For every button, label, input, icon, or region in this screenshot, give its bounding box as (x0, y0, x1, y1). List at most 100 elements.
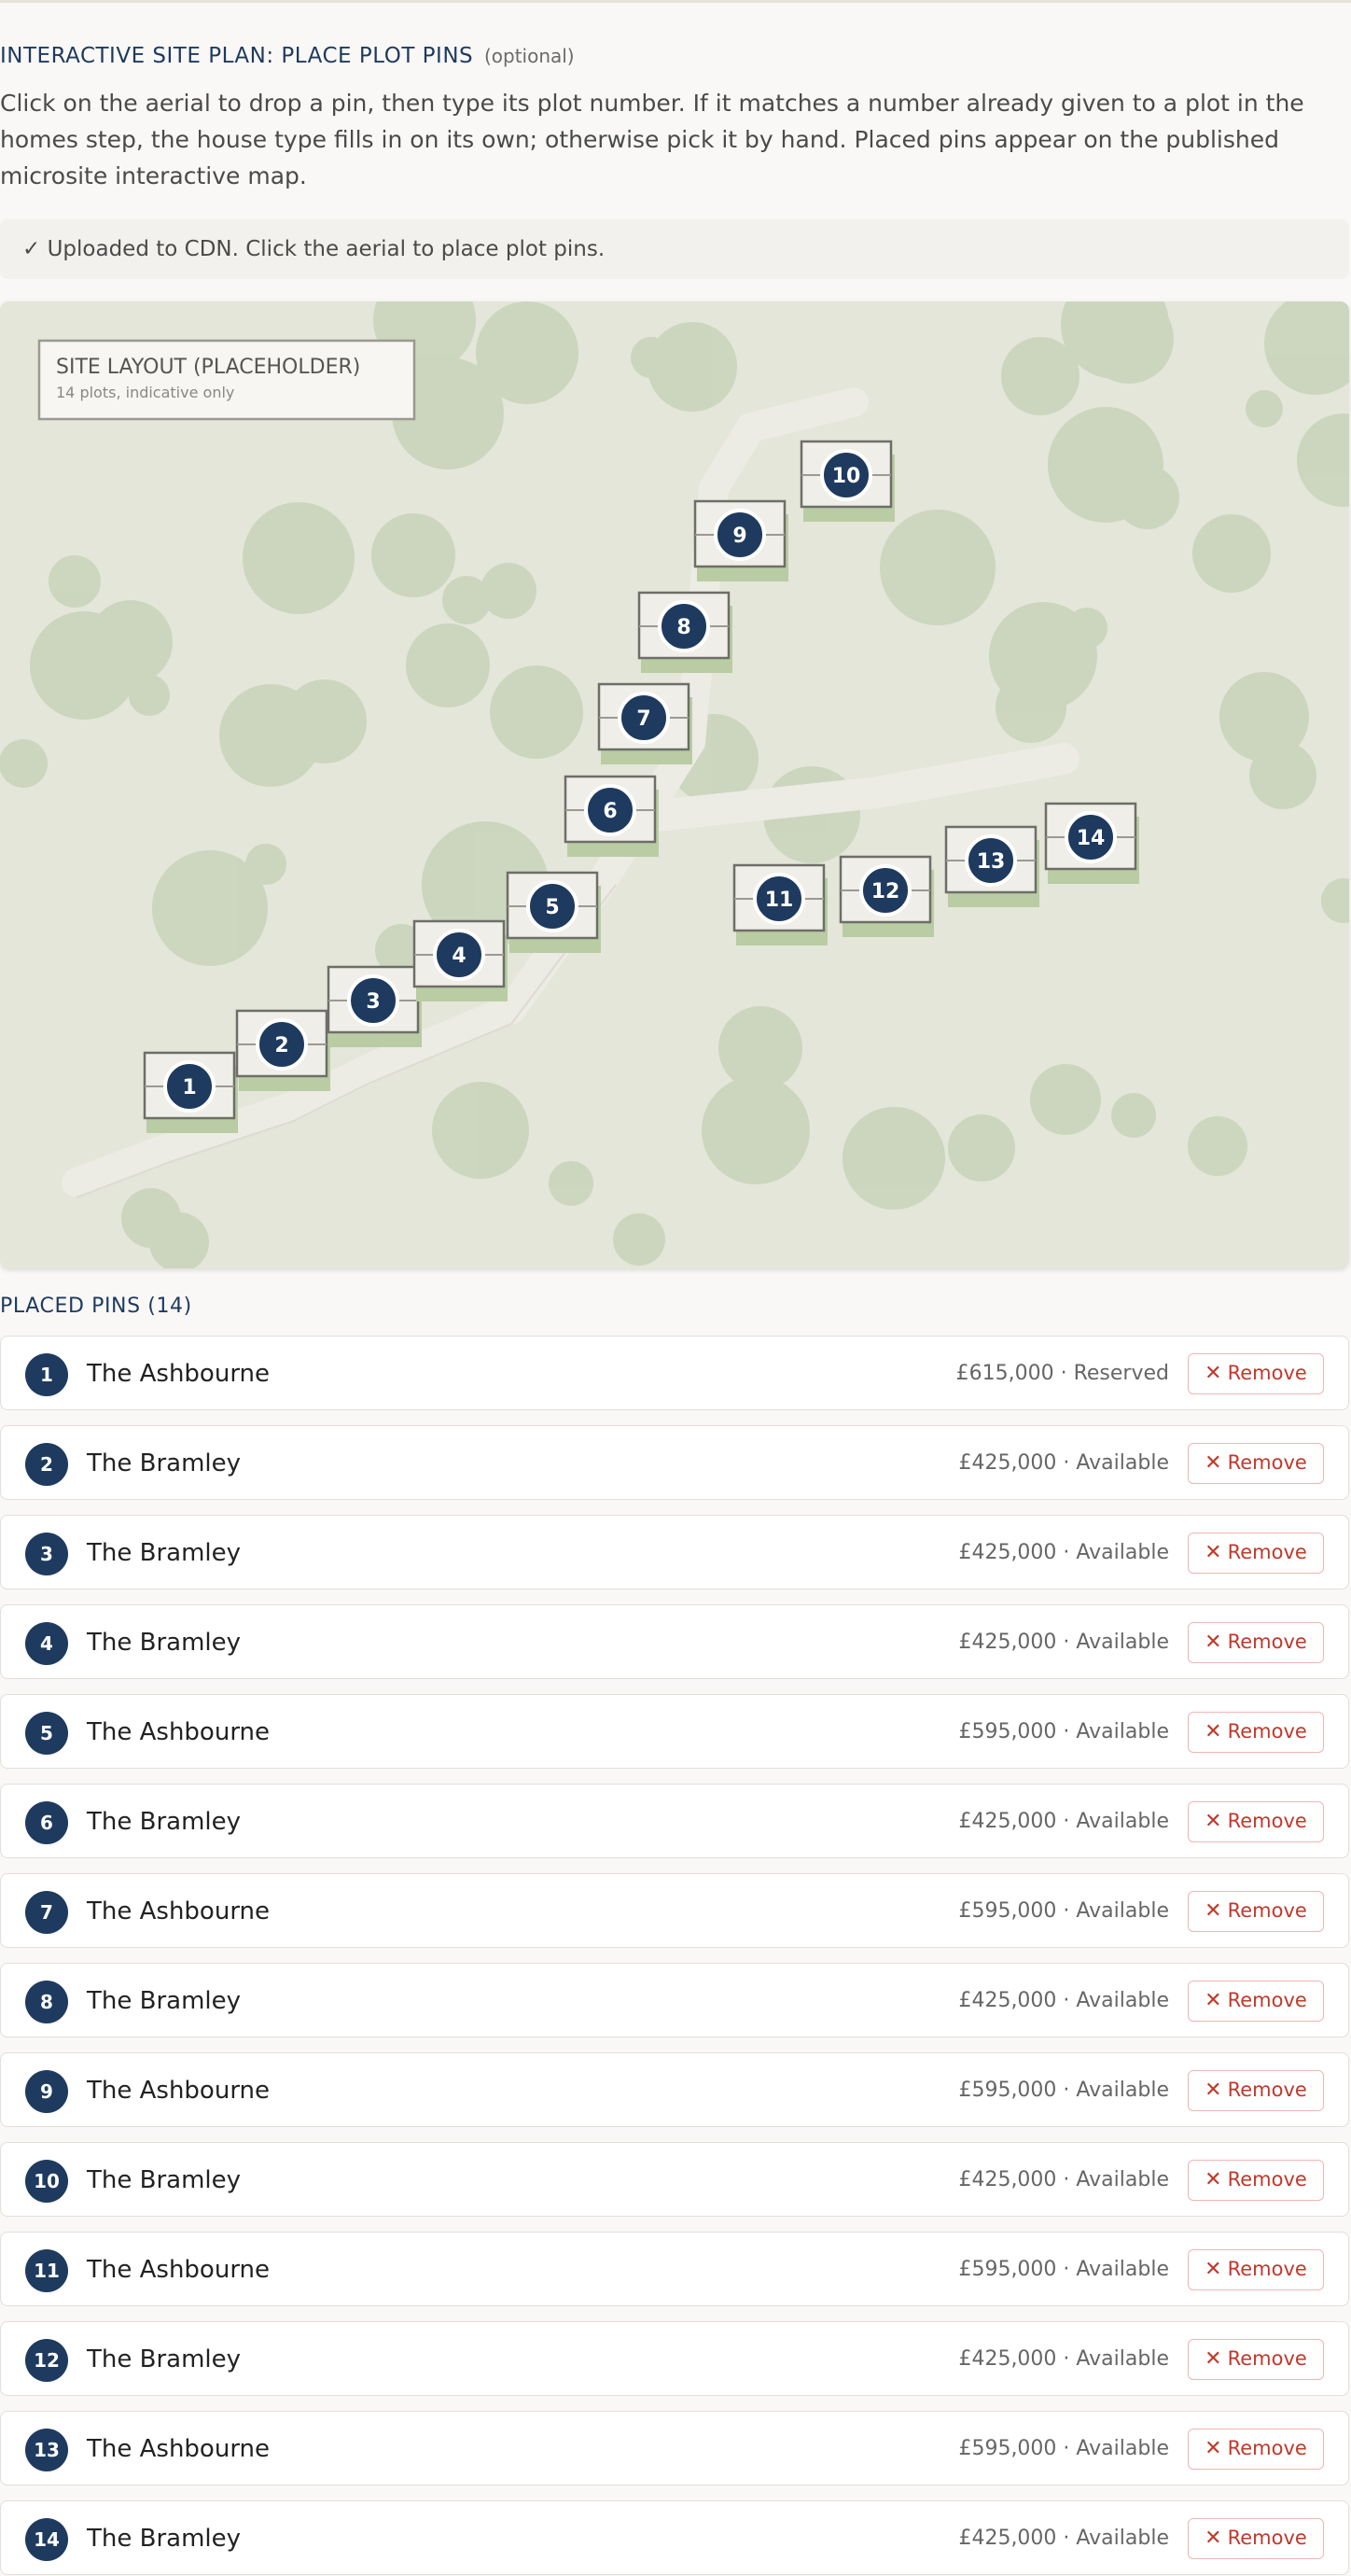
plot-1: 1 (143, 1051, 238, 1133)
pin-price-status: £425,000 · Available (958, 2527, 1169, 2550)
map-pin-number: 6 (603, 800, 617, 823)
map-pin-number: 11 (765, 889, 794, 912)
map-pin-number: 1 (182, 1076, 196, 1099)
pin-number-badge: 9 (25, 2070, 68, 2113)
pin-row: 8 The Bramley £425,000 · Available ✕ Remove (0, 1963, 1349, 2037)
pin-house-type: The Ashbourne (87, 2435, 271, 2463)
pin-number-badge: 11 (25, 2249, 68, 2292)
plot-12: 12 (839, 855, 934, 937)
remove-pin-button[interactable]: ✕ Remove (1188, 1801, 1324, 1842)
map-pin-number: 3 (366, 990, 380, 1014)
map-pin-number: 5 (545, 896, 559, 919)
pin-row: 14 The Bramley £425,000 · Available ✕ Remove (0, 2500, 1349, 2575)
remove-pin-button[interactable]: ✕ Remove (1188, 1981, 1324, 2022)
plot-11: 11 (732, 863, 828, 945)
close-icon: ✕ (1205, 1810, 1222, 1833)
pin-price-status: £425,000 · Available (958, 1541, 1169, 1564)
pin-number-badge: 3 (25, 1533, 68, 1575)
pin-house-type: The Ashbourne (87, 1360, 271, 1388)
remove-label: Remove (1227, 1810, 1307, 1832)
pin-row: 5 The Ashbourne £595,000 · Available ✕ Remov… (0, 1694, 1349, 1769)
pin-house-type: The Bramley (87, 1808, 242, 1836)
remove-label: Remove (1227, 2079, 1307, 2101)
remove-pin-button[interactable]: ✕ Remove (1188, 1891, 1324, 1932)
remove-label: Remove (1227, 1631, 1307, 1653)
pin-price-status: £425,000 · Available (958, 2168, 1169, 2191)
pin-number-badge: 14 (25, 2518, 68, 2561)
pin-price-status: £425,000 · Available (958, 1810, 1169, 1833)
remove-label: Remove (1227, 1362, 1307, 1384)
close-icon: ✕ (1205, 1631, 1222, 1654)
pin-row: 6 The Bramley £425,000 · Available ✕ Remove (0, 1784, 1349, 1858)
legend-subtitle: 14 plots, indicative only (56, 384, 234, 401)
pin-price-status: £425,000 · Available (958, 1989, 1169, 2012)
pin-price-status: £595,000 · Available (958, 2079, 1169, 2102)
remove-pin-button[interactable]: ✕ Remove (1188, 2070, 1324, 2111)
upload-status-banner: ✓ Uploaded to CDN. Click the aerial to p… (0, 219, 1349, 279)
remove-pin-button[interactable]: ✕ Remove (1188, 2249, 1324, 2290)
plot-9: 9 (693, 499, 788, 581)
map-pin-number: 12 (871, 880, 900, 903)
remove-label: Remove (1227, 1899, 1307, 1922)
section-title: INTERACTIVE SITE PLAN: PLACE PLOT PINS (… (0, 44, 575, 68)
remove-pin-button[interactable]: ✕ Remove (1188, 2429, 1324, 2470)
remove-label: Remove (1227, 1541, 1307, 1563)
remove-label: Remove (1227, 2347, 1307, 2370)
map-pin-number: 14 (1077, 827, 1106, 850)
plot-7: 7 (597, 682, 692, 764)
pin-row: 1 The Ashbourne £615,000 · Reserved ✕ Remove (0, 1336, 1349, 1410)
remove-pin-button[interactable]: ✕ Remove (1188, 2160, 1324, 2201)
pin-price-status: £615,000 · Reserved (955, 1362, 1169, 1385)
remove-label: Remove (1227, 2168, 1307, 2191)
pin-row: 12 The Bramley £425,000 · Available ✕ Remove (0, 2321, 1349, 2396)
pin-house-type: The Ashbourne (87, 2256, 271, 2284)
pin-row: 11 The Ashbourne £595,000 · Available ✕ Remo… (0, 2232, 1349, 2306)
plot-10: 10 (800, 440, 895, 522)
map-pin-number: 2 (274, 1034, 288, 1057)
section-description: Click on the aerial to drop a pin, then … (0, 90, 1304, 189)
remove-label: Remove (1227, 1989, 1307, 2011)
pin-number-badge: 8 (25, 1981, 68, 2023)
remove-pin-button[interactable]: ✕ Remove (1188, 2518, 1324, 2559)
optional-label: (optional) (483, 45, 575, 67)
plot-6: 6 (564, 775, 659, 857)
close-icon: ✕ (1205, 2168, 1222, 2191)
pin-house-type: The Bramley (87, 1629, 242, 1657)
close-icon: ✕ (1205, 2347, 1222, 2371)
plot-2: 2 (235, 1009, 330, 1091)
map-pin-number: 10 (832, 465, 861, 488)
remove-pin-button[interactable]: ✕ Remove (1188, 1622, 1324, 1663)
close-icon: ✕ (1205, 1541, 1222, 1564)
close-icon: ✕ (1205, 1899, 1222, 1923)
remove-label: Remove (1227, 1720, 1307, 1743)
pin-row: 13 The Ashbourne £595,000 · Available ✕ Remo… (0, 2411, 1349, 2485)
pin-number-badge: 6 (25, 1801, 68, 1844)
map-pin-number: 13 (977, 850, 1006, 874)
pin-price-status: £595,000 · Available (958, 1899, 1169, 1923)
pin-number-badge: 5 (25, 1712, 68, 1755)
aerial-map[interactable]: SITE LAYOUT (PLACEHOLDER) 14 plots, indi… (0, 301, 1349, 1268)
remove-label: Remove (1227, 2527, 1307, 2549)
pin-price-status: £425,000 · Available (958, 2347, 1169, 2371)
pin-house-type: The Ashbourne (87, 1718, 271, 1746)
pin-row: 10 The Bramley £425,000 · Available ✕ Remove (0, 2142, 1349, 2217)
pin-price-status: £425,000 · Available (958, 1631, 1169, 1654)
pin-house-type: The Bramley (87, 2166, 242, 2194)
section-title-text: INTERACTIVE SITE PLAN: PLACE PLOT PINS (0, 44, 474, 68)
pin-number-badge: 12 (25, 2339, 68, 2382)
remove-pin-button[interactable]: ✕ Remove (1188, 1353, 1324, 1394)
close-icon: ✕ (1205, 2527, 1222, 2550)
pin-number-badge: 2 (25, 1443, 68, 1486)
pin-number-badge: 13 (25, 2429, 68, 2471)
remove-pin-button[interactable]: ✕ Remove (1188, 1533, 1324, 1574)
remove-pin-button[interactable]: ✕ Remove (1188, 2339, 1324, 2380)
pin-row: 9 The Ashbourne £595,000 · Available ✕ Remov… (0, 2052, 1349, 2127)
close-icon: ✕ (1205, 1720, 1222, 1743)
close-icon: ✕ (1205, 1362, 1222, 1385)
pin-number-badge: 4 (25, 1622, 68, 1665)
remove-pin-button[interactable]: ✕ Remove (1188, 1712, 1324, 1753)
pin-house-type: The Bramley (87, 1449, 242, 1477)
close-icon: ✕ (1205, 1451, 1222, 1475)
remove-pin-button[interactable]: ✕ Remove (1188, 1443, 1324, 1484)
plot-3: 3 (327, 965, 422, 1047)
